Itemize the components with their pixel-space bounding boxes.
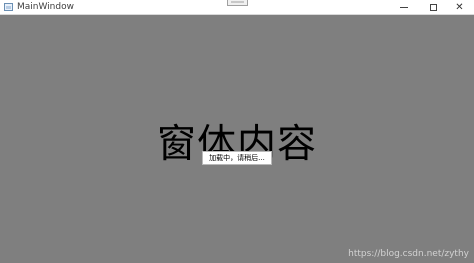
window-content: 窗体内容 加载中，请稍后... https://blog.csdn.net/zy…	[0, 15, 474, 263]
app-icon	[4, 3, 13, 11]
main-window: MainWindow ✕ 窗体内容 加载中，请稍后... https://blo…	[0, 0, 474, 263]
close-button[interactable]: ✕	[445, 0, 474, 15]
maximize-icon	[430, 4, 437, 11]
minimize-icon	[399, 7, 408, 8]
minimize-button[interactable]	[389, 0, 418, 15]
close-icon: ✕	[455, 2, 464, 13]
maximize-button[interactable]	[419, 0, 448, 15]
title-bar[interactable]: MainWindow ✕	[0, 0, 474, 15]
window-title: MainWindow	[17, 2, 74, 12]
window-indicator-icon	[227, 0, 248, 6]
watermark-text: https://blog.csdn.net/zythy	[348, 249, 469, 259]
loading-popup: 加载中，请稍后...	[202, 151, 272, 165]
